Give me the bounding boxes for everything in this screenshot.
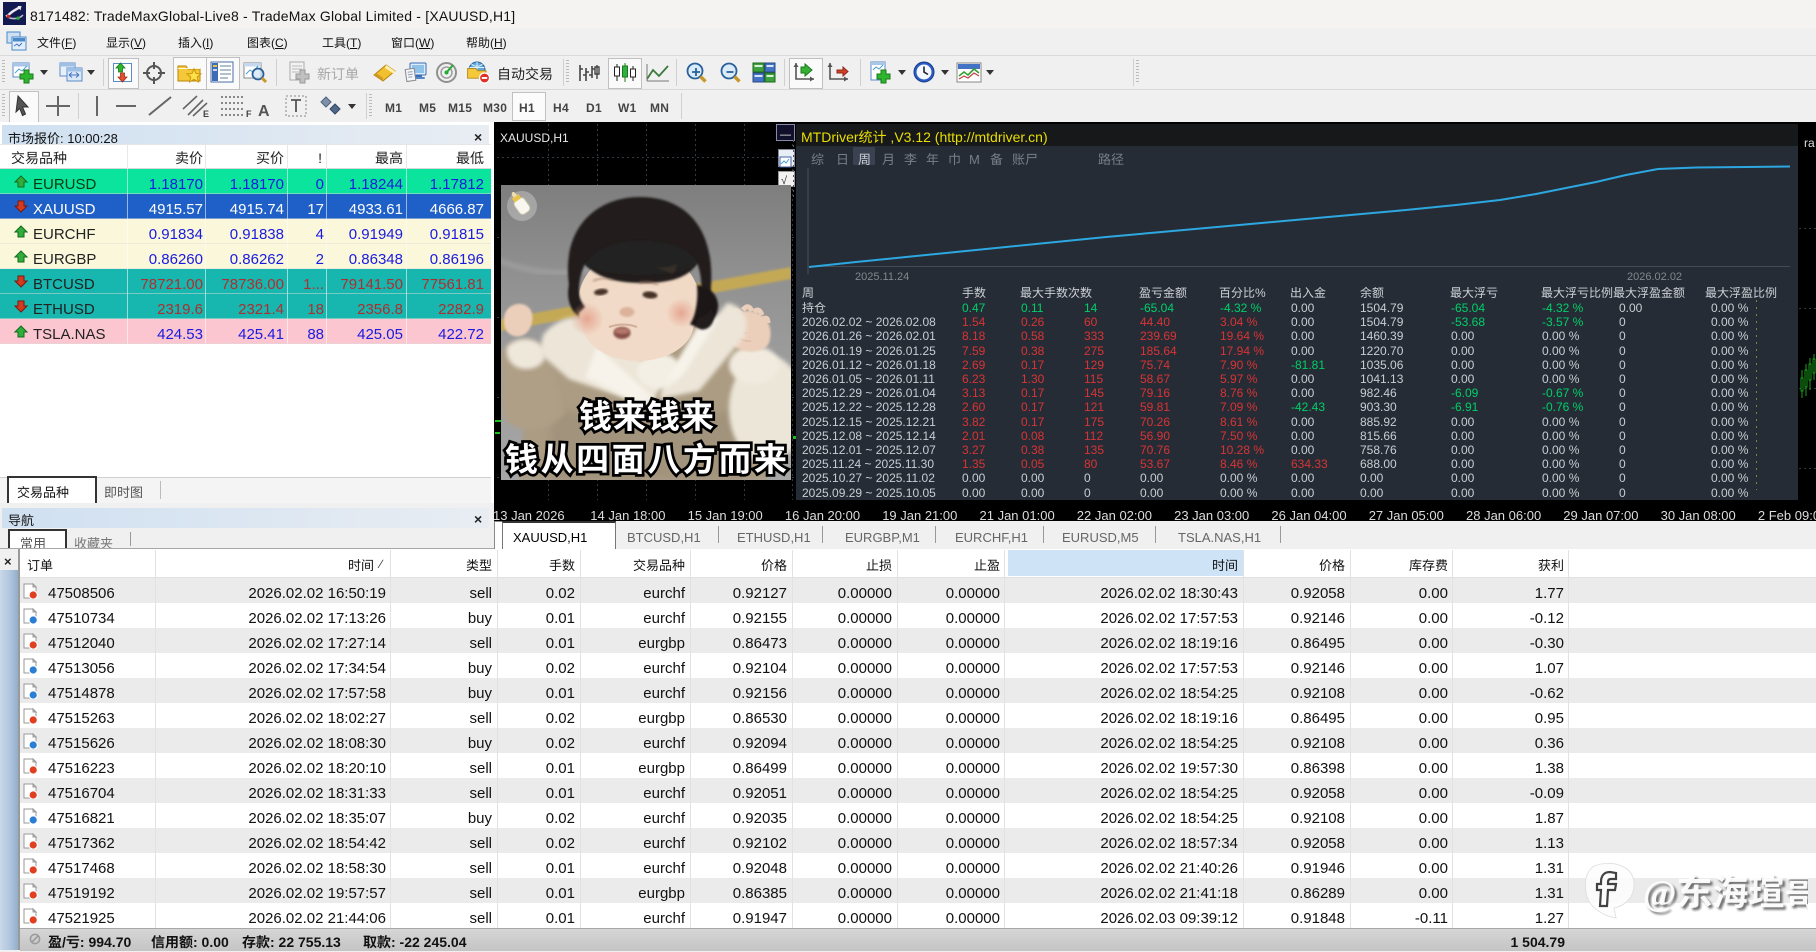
svg-text:@东海瑄哥: @东海瑄哥 bbox=[1643, 864, 1808, 916]
svg-text:钱来钱来: 钱来钱来 bbox=[579, 390, 715, 438]
